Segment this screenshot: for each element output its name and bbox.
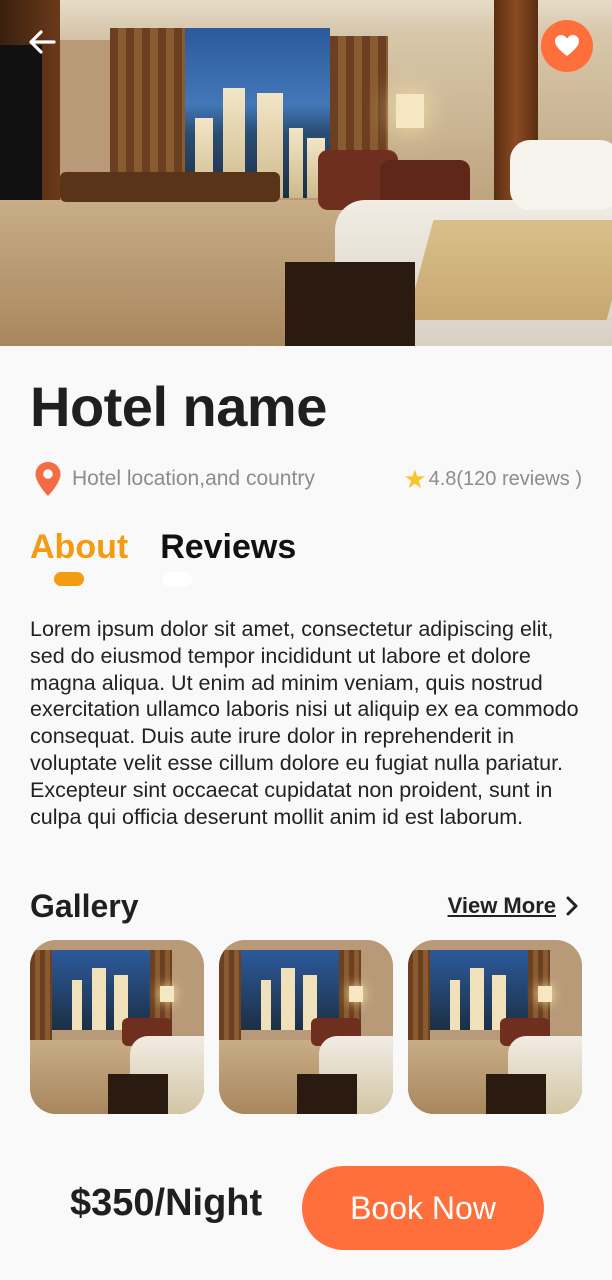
hotel-name: Hotel name	[30, 375, 327, 438]
tab-about-label: About	[30, 528, 129, 566]
tab-about-indicator	[54, 572, 84, 586]
chevron-right-icon	[566, 896, 578, 916]
view-more-link[interactable]: View More	[448, 893, 578, 919]
heart-icon	[555, 35, 579, 56]
tab-bar: About Reviews	[30, 528, 297, 586]
back-button[interactable]	[22, 24, 62, 60]
gallery-thumbnail[interactable]	[408, 940, 582, 1114]
price-per-night: $350/Night	[70, 1182, 263, 1224]
rating-text: 4.8(120 reviews )	[428, 467, 582, 490]
gallery-title: Gallery	[30, 887, 139, 924]
rating: ★ 4.8(120 reviews )	[403, 464, 582, 495]
booking-footer: $350/Night Book Now	[0, 1160, 612, 1260]
location-rating-row: Hotel location,and country ★ 4.8(120 rev…	[34, 460, 582, 498]
about-description: Lorem ipsum dolor sit amet, consectetur …	[30, 617, 579, 829]
tab-reviews[interactable]: Reviews	[160, 528, 297, 586]
tab-about[interactable]: About	[30, 528, 129, 586]
gallery-header: Gallery View More	[30, 884, 578, 928]
book-now-button[interactable]: Book Now	[302, 1166, 544, 1250]
gallery-list	[30, 940, 582, 1114]
gallery-thumbnail[interactable]	[30, 940, 204, 1114]
arrow-left-icon	[29, 30, 56, 54]
star-icon: ★	[403, 463, 427, 494]
favorite-button[interactable]	[541, 20, 593, 72]
tab-reviews-label: Reviews	[160, 528, 297, 566]
location-pin-icon	[35, 462, 61, 496]
tab-reviews-indicator	[162, 572, 193, 586]
hotel-hero-image	[0, 0, 612, 346]
gallery-thumbnail[interactable]	[219, 940, 393, 1114]
hotel-location: Hotel location,and country	[72, 467, 315, 490]
view-more-label: View More	[447, 893, 556, 918]
